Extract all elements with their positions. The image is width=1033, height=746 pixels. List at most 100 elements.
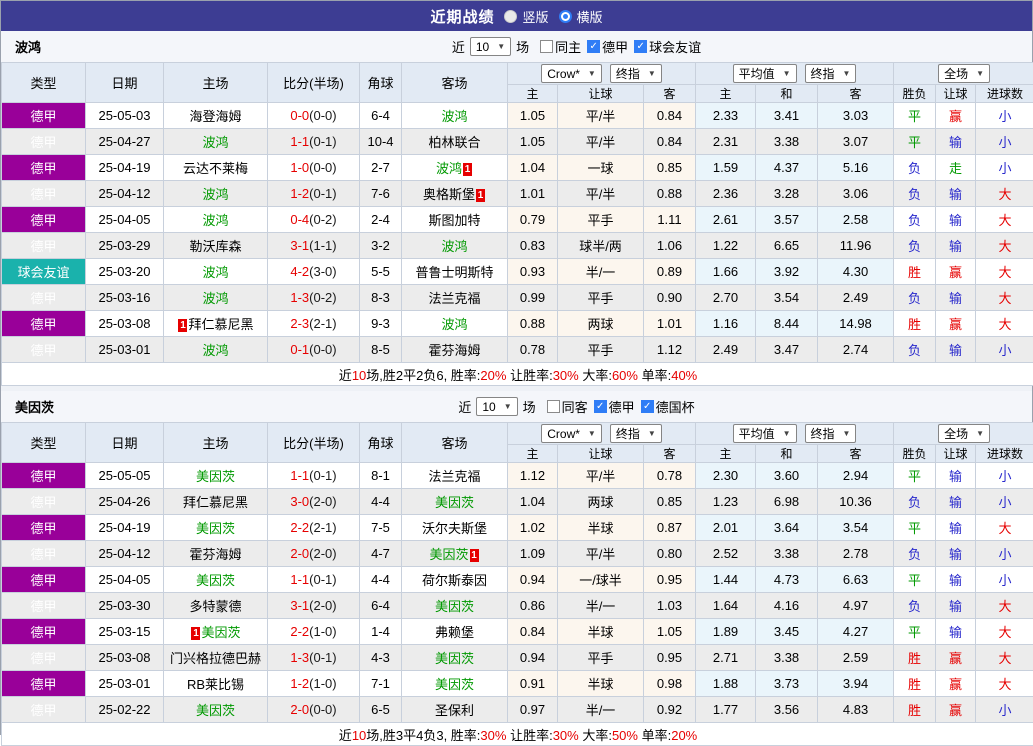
recent-count-select[interactable]: 10 ▼ [470, 37, 511, 56]
avg-stage-select[interactable]: 终指 ▼ [805, 64, 857, 83]
team-name[interactable]: 斯图加特 [428, 213, 480, 228]
team-name[interactable]: 波鸿 [441, 109, 467, 124]
team-name[interactable]: 拜仁慕尼黑 [183, 495, 248, 510]
radio-horizontal-label: 横版 [577, 7, 603, 26]
filter-option[interactable]: ✓德甲 [587, 37, 628, 56]
team-name[interactable]: 波鸿 [441, 317, 467, 332]
team-name[interactable]: 波鸿 [436, 161, 462, 176]
checkbox-checked-icon[interactable]: ✓ [587, 40, 600, 53]
team-name[interactable]: 海登海姆 [189, 109, 241, 124]
match-row: 德甲25-03-16波鸿1-3(0-2)8-3法兰克福0.99平手0.902.7… [2, 285, 1033, 311]
team-name[interactable]: 波鸿 [202, 291, 228, 306]
team-name[interactable]: 波鸿 [202, 265, 228, 280]
filter-option[interactable]: ✓德甲 [594, 397, 635, 416]
scope-select[interactable]: 全场 ▼ [938, 64, 990, 83]
checkbox-unchecked-icon[interactable] [547, 400, 560, 413]
team-name[interactable]: 弗赖堡 [435, 625, 474, 640]
handicap-cell: 球半/两 [558, 233, 644, 259]
summary-stat-label: 大率: [579, 368, 612, 383]
corner-cell: 4-3 [360, 645, 402, 671]
corner-cell: 6-4 [360, 103, 402, 129]
subcol-avg-away: 客 [818, 85, 894, 103]
fulltime-score: 2-3 [290, 316, 309, 331]
team-name[interactable]: 奥格斯堡 [423, 187, 475, 202]
subcol-avg-away: 客 [818, 445, 894, 463]
team-name[interactable]: 勒沃库森 [189, 239, 241, 254]
odds-company-select[interactable]: Crow* ▼ [541, 424, 602, 443]
odds-home-cell: 0.84 [508, 619, 558, 645]
team-name[interactable]: 波鸿 [202, 187, 228, 202]
team-name[interactable]: 波鸿 [202, 213, 228, 228]
team-name[interactable]: 霍芬海姆 [428, 343, 480, 358]
avg-home-cell: 1.44 [696, 567, 756, 593]
scope-select[interactable]: 全场 ▼ [938, 424, 990, 443]
handicap-result-cell: 输 [936, 463, 976, 489]
team-name[interactable]: 霍芬海姆 [189, 547, 241, 562]
team-section: 波鸿 近 10 ▼ 场 同主✓德甲✓球会友谊 类型 日期 [1, 31, 1032, 386]
team-name[interactable]: 荷尔斯泰因 [422, 573, 487, 588]
subcol-goals: 进球数 [976, 445, 1033, 463]
team-name[interactable]: 波鸿 [202, 135, 228, 150]
match-row: 德甲25-04-27波鸿1-1(0-1)10-4柏林联合1.05平/半0.842… [2, 129, 1033, 155]
filter-option[interactable]: 同主 [540, 37, 581, 56]
team-name[interactable]: 普鲁士明斯特 [415, 265, 493, 280]
team-name[interactable]: 波鸿 [202, 343, 228, 358]
team-name[interactable]: 波鸿 [441, 239, 467, 254]
checkbox-checked-icon[interactable]: ✓ [634, 40, 647, 53]
team-name[interactable]: 美因茨 [435, 495, 474, 510]
team-name[interactable]: 柏林联合 [428, 135, 480, 150]
odds-stage-select[interactable]: 终指 ▼ [610, 424, 662, 443]
avg-draw-cell: 4.73 [756, 567, 818, 593]
avg-home-cell: 1.16 [696, 311, 756, 337]
avg-source-select[interactable]: 平均值 ▼ [733, 424, 797, 443]
team-name[interactable]: 圣保利 [435, 703, 474, 718]
radio-unchecked-icon[interactable] [504, 10, 517, 23]
match-date-cell: 25-03-01 [86, 337, 164, 363]
col-type: 类型 [2, 423, 86, 463]
team-name[interactable]: 美因茨 [196, 703, 235, 718]
avg-stage-select[interactable]: 终指 ▼ [805, 424, 857, 443]
odds-stage-select[interactable]: 终指 ▼ [610, 64, 662, 83]
col-date: 日期 [86, 423, 164, 463]
match-row: 德甲25-04-05美因茨1-1(0-1)4-4荷尔斯泰因0.94一/球半0.9… [2, 567, 1033, 593]
goals-result-cell: 小 [976, 463, 1033, 489]
team-name[interactable]: 美因茨 [196, 521, 235, 536]
chevron-down-icon: ▼ [976, 429, 984, 438]
team-name[interactable]: 多特蒙德 [189, 599, 241, 614]
layout-radio-vertical[interactable]: 竖版 [504, 7, 548, 26]
filter-option[interactable]: 同客 [547, 397, 588, 416]
result-cell: 平 [894, 129, 936, 155]
team-name[interactable]: 云达不莱梅 [183, 161, 248, 176]
team-name[interactable]: 美因茨 [435, 599, 474, 614]
radio-checked-icon[interactable] [559, 10, 572, 23]
team-name[interactable]: 美因茨 [196, 573, 235, 588]
odds-away-cell: 0.92 [644, 697, 696, 723]
subcol-odds-away: 客 [644, 445, 696, 463]
avg-source-select[interactable]: 平均值 ▼ [733, 64, 797, 83]
team-name[interactable]: 美因茨 [196, 469, 235, 484]
team-name[interactable]: 美因茨 [435, 651, 474, 666]
team-name[interactable]: 门兴格拉德巴赫 [170, 651, 261, 666]
avg-draw-cell: 6.65 [756, 233, 818, 259]
checkbox-checked-icon[interactable]: ✓ [641, 400, 654, 413]
recent-count-select[interactable]: 10 ▼ [476, 397, 517, 416]
team-name[interactable]: 拜仁慕尼黑 [188, 317, 253, 332]
halftime-score: (0-0) [309, 702, 336, 717]
checkbox-checked-icon[interactable]: ✓ [594, 400, 607, 413]
team-name[interactable]: 美因茨 [201, 625, 240, 640]
filter-option[interactable]: ✓德国杯 [641, 397, 695, 416]
team-name[interactable]: 美因茨 [435, 677, 474, 692]
team-name[interactable]: 美因茨 [429, 547, 468, 562]
team-name[interactable]: 沃尔夫斯堡 [422, 521, 487, 536]
corner-cell: 5-5 [360, 259, 402, 285]
corner-cell: 2-7 [360, 155, 402, 181]
filter-option-label: 德国杯 [656, 397, 695, 416]
checkbox-unchecked-icon[interactable] [540, 40, 553, 53]
chevron-down-icon: ▼ [588, 69, 596, 78]
team-name[interactable]: RB莱比锡 [187, 677, 244, 692]
team-name[interactable]: 法兰克福 [428, 469, 480, 484]
layout-radio-horizontal[interactable]: 横版 [559, 7, 603, 26]
team-name[interactable]: 法兰克福 [428, 291, 480, 306]
odds-company-select[interactable]: Crow* ▼ [541, 64, 602, 83]
filter-option[interactable]: ✓球会友谊 [634, 37, 701, 56]
